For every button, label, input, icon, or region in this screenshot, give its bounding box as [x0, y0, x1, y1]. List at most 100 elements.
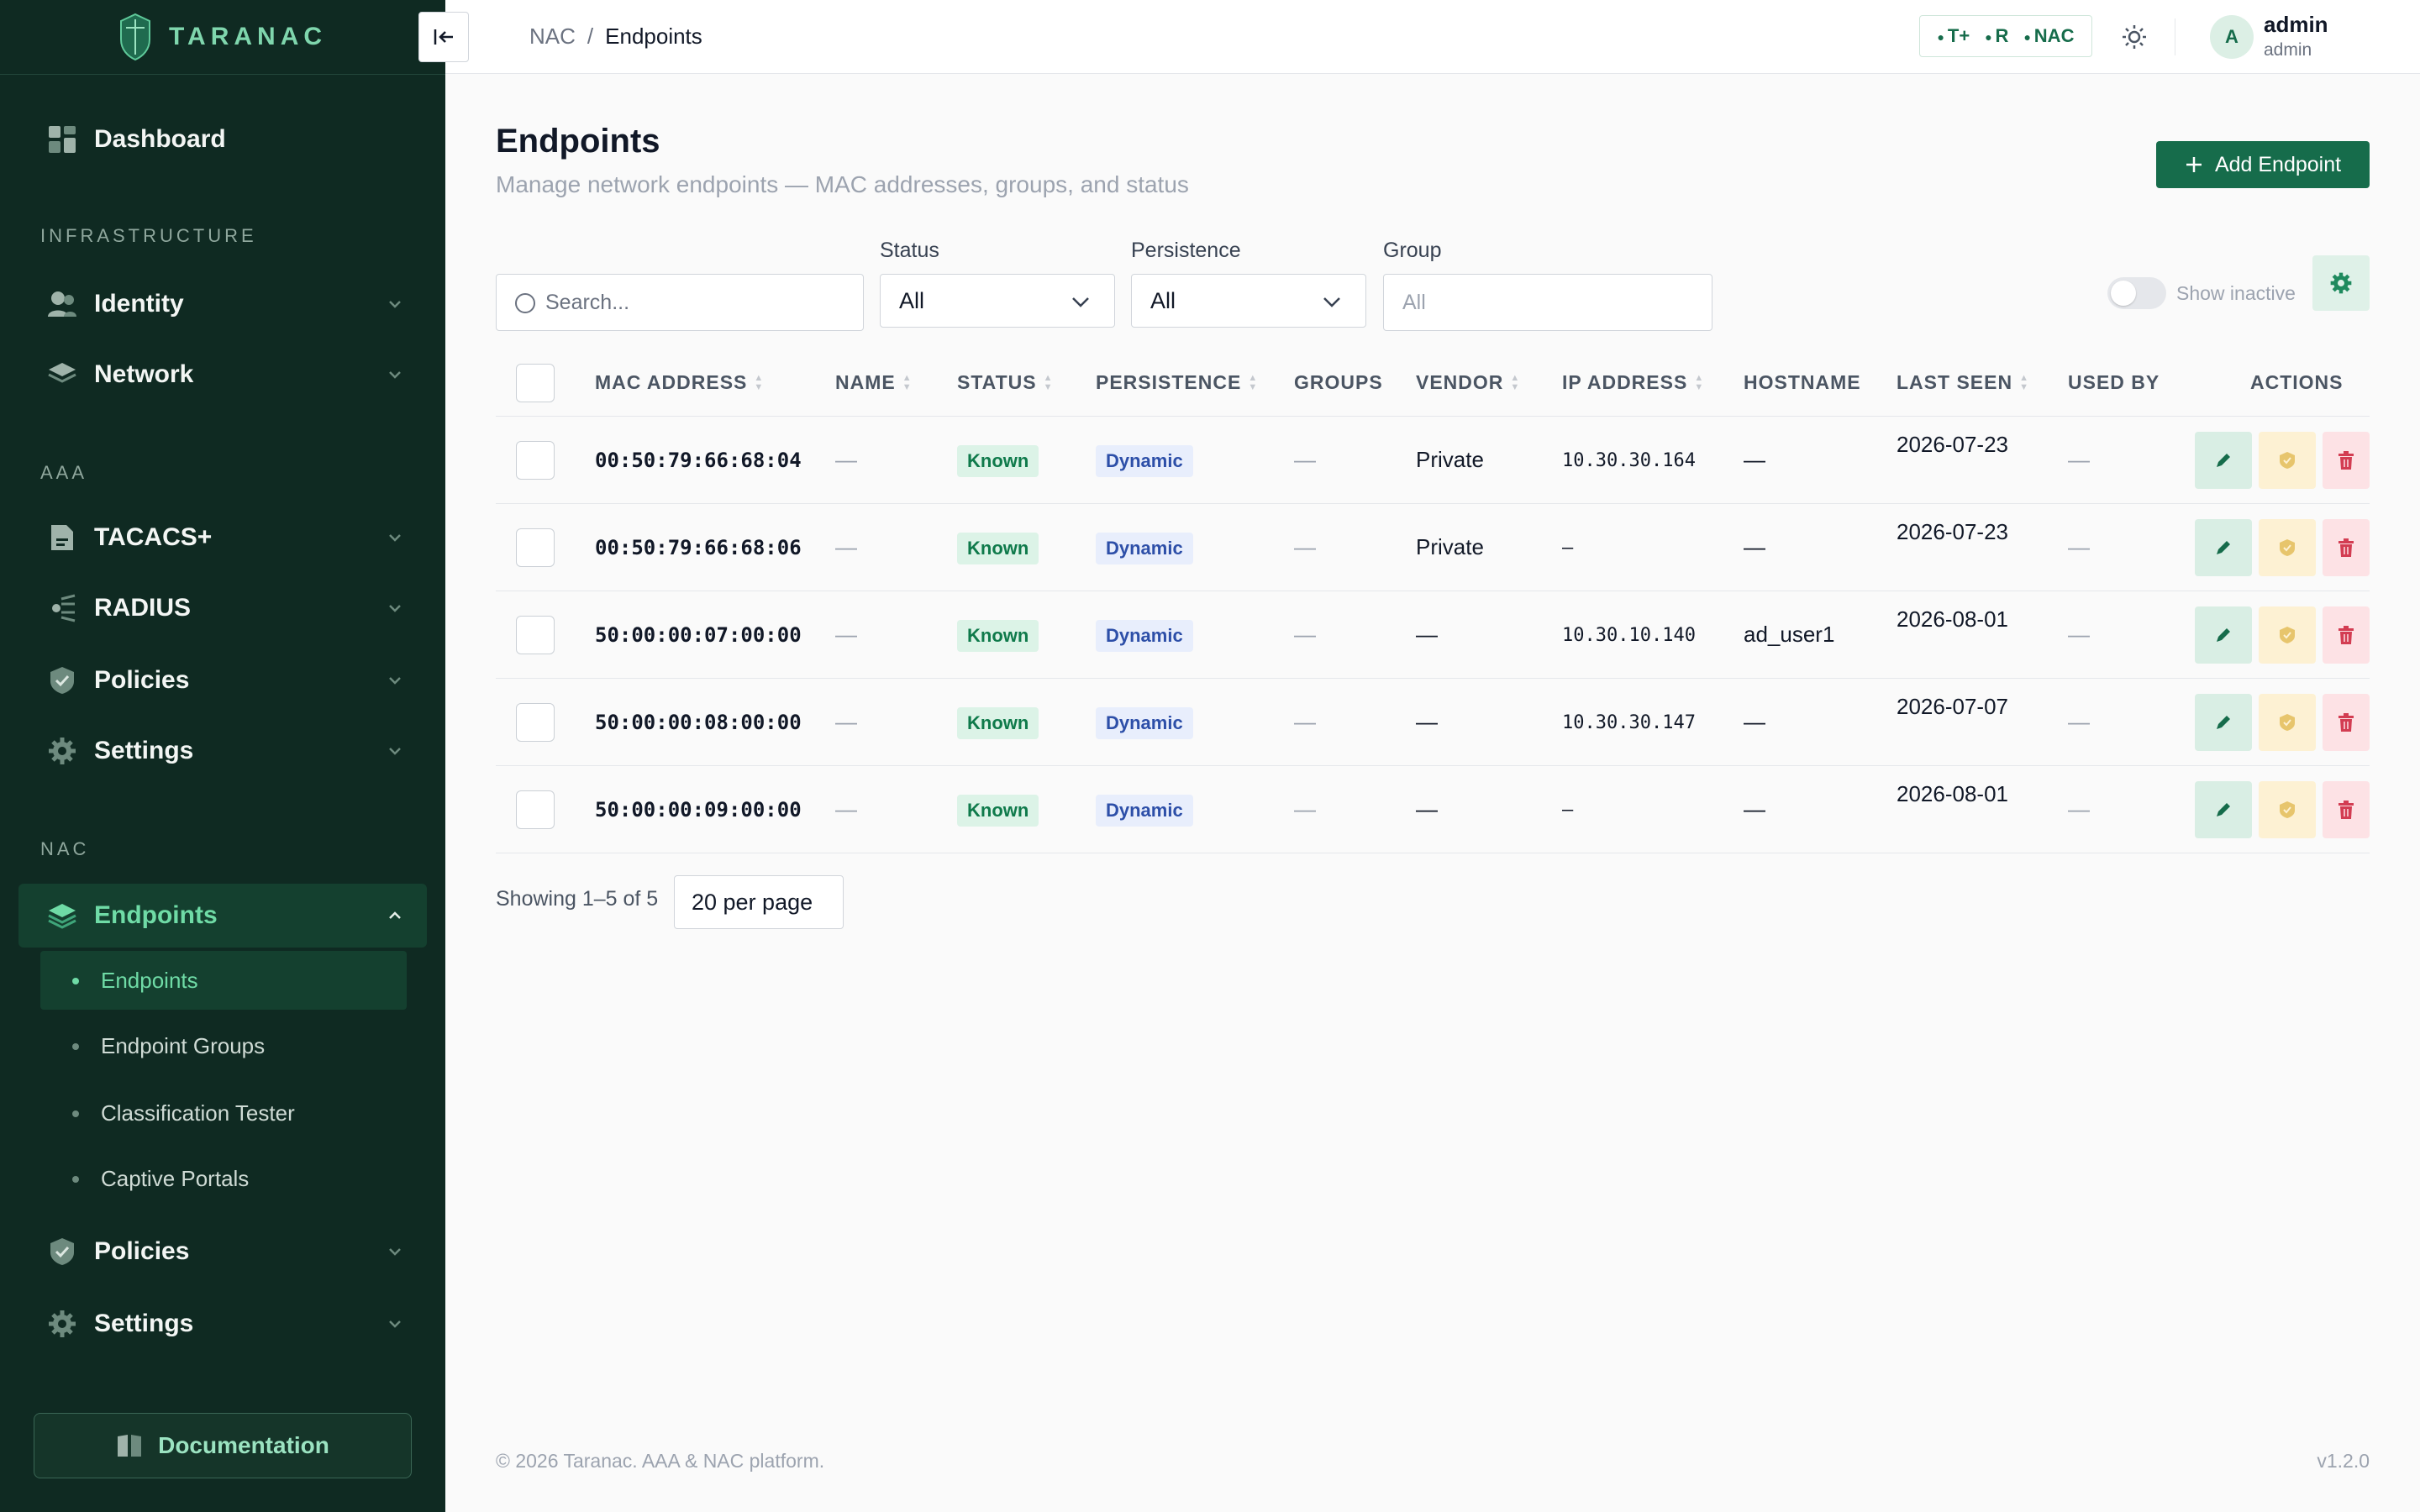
- cell-groups: —: [1294, 534, 1316, 559]
- sidebar-item-tacacs[interactable]: TACACS+: [18, 506, 427, 570]
- avatar[interactable]: A: [2210, 15, 2254, 59]
- cell-hostname: —: [1744, 534, 1765, 559]
- show-inactive-toggle[interactable]: [2107, 277, 2166, 309]
- sidebar-item-radius[interactable]: RADIUS: [18, 576, 427, 640]
- sidebar-item-label: Network: [94, 360, 194, 388]
- edit-button[interactable]: [2195, 519, 2252, 576]
- per-page-select[interactable]: 20 per page: [674, 875, 844, 929]
- sidebar-item-dashboard[interactable]: Dashboard: [18, 108, 427, 171]
- sidebar-item-network[interactable]: Network: [18, 343, 427, 407]
- table-row[interactable]: 50:00:00:09:00:00 — Known Dynamic — — – …: [496, 766, 2370, 853]
- column-header-vendor[interactable]: VENDOR ▲ ▼: [1416, 371, 1520, 394]
- delete-button[interactable]: [2323, 781, 2370, 838]
- sidebar-subitem-endpoint-groups[interactable]: Endpoint Groups: [40, 1016, 407, 1075]
- column-header-ip[interactable]: IP ADDRESS ▲ ▼: [1562, 371, 1704, 394]
- sidebar-item-label: TACACS+: [94, 523, 213, 551]
- column-settings-button[interactable]: [2312, 255, 2370, 311]
- cell-used-by: —: [2068, 534, 2090, 559]
- sidebar-item-endpoints[interactable]: Endpoints: [18, 884, 427, 948]
- trash-icon: [2338, 538, 2354, 557]
- column-header-last-seen[interactable]: LAST SEEN ▲ ▼: [1897, 371, 2029, 394]
- radius-icon: [47, 593, 77, 623]
- sidebar-item-aaa-policies[interactable]: Policies: [18, 648, 427, 712]
- cell-mac[interactable]: 00:50:79:66:68:06: [595, 536, 802, 559]
- classify-button[interactable]: [2259, 781, 2316, 838]
- table-row[interactable]: 00:50:79:66:68:04 — Known Dynamic — Priv…: [496, 417, 2370, 504]
- persistence-badge: Dynamic: [1096, 533, 1193, 564]
- classify-button[interactable]: [2259, 432, 2316, 489]
- row-checkbox[interactable]: [516, 790, 555, 829]
- sidebar-subitem-classification-tester[interactable]: Classification Tester: [40, 1084, 407, 1142]
- row-checkbox[interactable]: [516, 616, 555, 654]
- breadcrumb-nac[interactable]: NAC: [529, 24, 576, 50]
- sort-icon: ▲ ▼: [902, 372, 913, 392]
- search-icon: [515, 293, 535, 313]
- plus-icon: [2186, 157, 2202, 172]
- row-checkbox[interactable]: [516, 703, 555, 742]
- edit-button[interactable]: [2195, 432, 2252, 489]
- layers-icon: [47, 900, 77, 931]
- edit-button[interactable]: [2195, 606, 2252, 664]
- table-row[interactable]: 50:00:00:07:00:00 — Known Dynamic — — 10…: [496, 591, 2370, 679]
- chevron-down-icon: [389, 1248, 401, 1256]
- cell-last-seen: 2026-07-23: [1897, 432, 2008, 457]
- gear-icon: [47, 736, 77, 766]
- delete-button[interactable]: [2323, 432, 2370, 489]
- table-row[interactable]: 00:50:79:66:68:06 — Known Dynamic — Priv…: [496, 504, 2370, 591]
- chevron-down-icon: [389, 1320, 401, 1328]
- row-checkbox[interactable]: [516, 441, 555, 480]
- collapse-sidebar-button[interactable]: [418, 12, 469, 62]
- add-endpoint-button[interactable]: Add Endpoint: [2156, 141, 2370, 188]
- classify-button[interactable]: [2259, 519, 2316, 576]
- shield-check-icon: [47, 665, 77, 696]
- column-header-persistence[interactable]: PERSISTENCE ▲ ▼: [1096, 371, 1258, 394]
- cell-mac[interactable]: 50:00:00:07:00:00: [595, 623, 802, 647]
- cell-mac[interactable]: 50:00:00:09:00:00: [595, 798, 802, 822]
- documentation-button[interactable]: Documentation: [34, 1413, 412, 1478]
- cell-name: —: [835, 709, 857, 734]
- sidebar-subitem-endpoints[interactable]: Endpoints: [40, 951, 407, 1010]
- delete-button[interactable]: [2323, 606, 2370, 664]
- table-row[interactable]: 50:00:00:08:00:00 — Known Dynamic — — 10…: [496, 679, 2370, 766]
- search-input[interactable]: Search...: [496, 274, 864, 331]
- tag-icon: [2280, 539, 2295, 556]
- column-header-name[interactable]: NAME ▲ ▼: [835, 371, 913, 394]
- sidebar-item-aaa-settings[interactable]: Settings: [18, 719, 427, 783]
- brand[interactable]: TARANAC: [0, 0, 445, 75]
- edit-button[interactable]: [2195, 781, 2252, 838]
- status-select-value: All: [899, 287, 925, 313]
- row-checkbox[interactable]: [516, 528, 555, 567]
- edit-button[interactable]: [2195, 694, 2252, 751]
- sort-icon: ▲ ▼: [1694, 372, 1705, 392]
- cell-groups: —: [1294, 447, 1316, 472]
- persistence-badge: Dynamic: [1096, 795, 1193, 827]
- sidebar-item-nac-policies[interactable]: Policies: [18, 1220, 427, 1284]
- pencil-icon: [2217, 541, 2230, 554]
- theme-toggle-button[interactable]: [2118, 20, 2151, 54]
- column-header-mac[interactable]: MAC ADDRESS ▲ ▼: [595, 371, 764, 394]
- section-nac: NAC: [40, 838, 90, 859]
- status-select[interactable]: All: [880, 274, 1115, 328]
- select-all-checkbox[interactable]: [516, 364, 555, 402]
- sidebar-item-label: Identity: [94, 290, 184, 318]
- cell-last-seen: 2026-08-01: [1897, 781, 2008, 806]
- user-name[interactable]: admin: [2264, 12, 2328, 38]
- delete-button[interactable]: [2323, 694, 2370, 751]
- cell-used-by: —: [2068, 796, 2090, 822]
- cell-mac[interactable]: 00:50:79:66:68:04: [595, 449, 802, 472]
- classify-button[interactable]: [2259, 606, 2316, 664]
- delete-button[interactable]: [2323, 519, 2370, 576]
- cell-last-seen: 2026-07-07: [1897, 694, 2008, 719]
- protocol-status-badge: T+ R NAC: [1919, 15, 2092, 57]
- footer-copyright: © 2026 Taranac. AAA & NAC platform.: [496, 1450, 825, 1472]
- chevron-down-icon: [389, 301, 401, 308]
- column-header-status[interactable]: STATUS ▲ ▼: [957, 371, 1053, 394]
- sidebar-item-identity[interactable]: Identity: [18, 272, 427, 336]
- persistence-select[interactable]: All: [1131, 274, 1366, 328]
- sidebar-subitem-captive-portals[interactable]: Captive Portals: [40, 1149, 407, 1208]
- column-header-groups: GROUPS: [1294, 371, 1383, 393]
- sidebar-item-nac-settings[interactable]: Settings: [18, 1292, 427, 1356]
- classify-button[interactable]: [2259, 694, 2316, 751]
- group-filter-input[interactable]: All: [1383, 274, 1712, 331]
- cell-mac[interactable]: 50:00:00:08:00:00: [595, 711, 802, 734]
